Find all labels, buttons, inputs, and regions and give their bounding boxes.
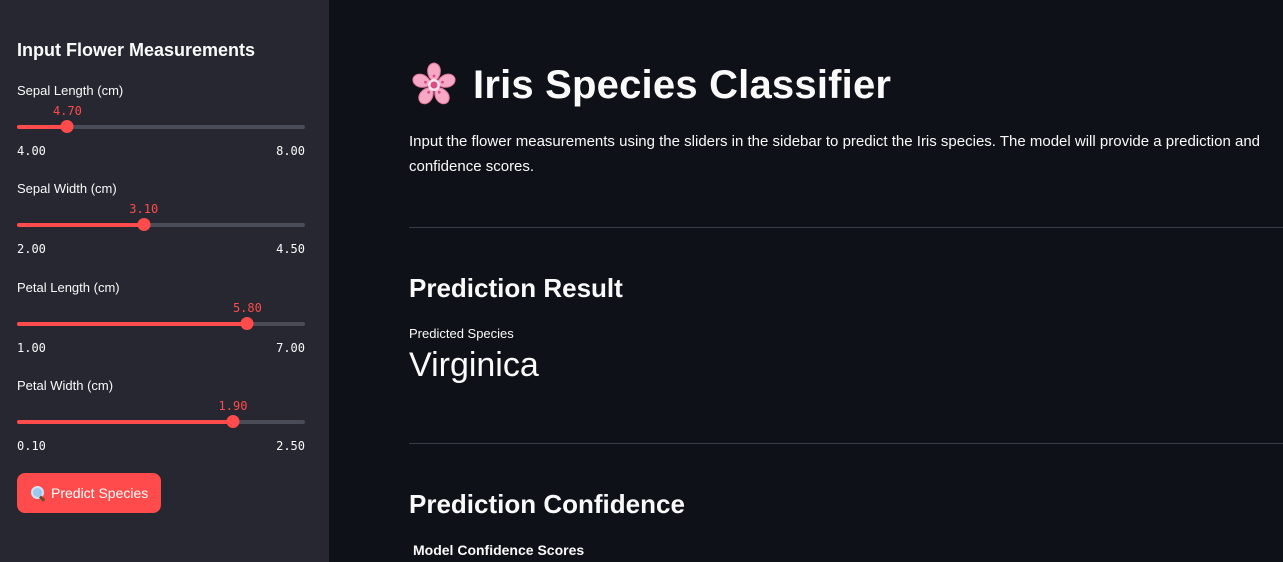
divider (409, 443, 1283, 444)
slider-fill (17, 223, 144, 227)
petal-width-slider[interactable]: Petal Width (cm) 1.90 0.10 2.50 (17, 378, 305, 458)
metric-label: Predicted Species (409, 326, 514, 341)
slider-min: 2.00 (17, 242, 46, 256)
slider-track[interactable] (17, 322, 305, 326)
slider-max: 8.00 (276, 144, 305, 158)
slider-min: 1.00 (17, 341, 46, 355)
slider-track[interactable] (17, 223, 305, 227)
confidence-chart-title: Model Confidence Scores (413, 542, 585, 558)
slider-min: 0.10 (17, 439, 46, 453)
slider-max: 2.50 (276, 439, 305, 453)
search-icon (30, 485, 46, 502)
slider-label: Petal Width (cm) (17, 378, 114, 393)
title-row: Iris Species Classifier (409, 60, 891, 110)
intro-text: Input the flower measurements using the … (409, 133, 1261, 175)
sepal-length-slider[interactable]: Sepal Length (cm) 4.70 4.00 8.00 (17, 83, 305, 163)
slider-thumb[interactable] (60, 120, 74, 133)
slider-value: 5.80 (232, 301, 262, 315)
slider-label: Sepal Width (cm) (17, 181, 117, 196)
slider-value: 4.70 (52, 104, 82, 118)
petal-length-slider[interactable]: Petal Length (cm) 5.80 1.00 7.00 (17, 280, 305, 360)
slider-thumb[interactable] (137, 218, 151, 231)
slider-label: Petal Length (cm) (17, 280, 120, 295)
slider-value: 1.90 (218, 399, 248, 413)
predict-button-label: Predict Species (51, 485, 149, 501)
sidebar-title: Input Flower Measurements (17, 40, 256, 60)
prediction-result-heading: Prediction Result (409, 273, 623, 303)
sidebar: Input Flower Measurements Sepal Length (… (0, 0, 329, 562)
slider-value: 3.10 (129, 202, 159, 216)
prediction-confidence-heading: Prediction Confidence (409, 489, 685, 519)
slider-max: 4.50 (276, 242, 305, 256)
slider-track[interactable] (17, 420, 305, 424)
app-root: Input Flower Measurements Sepal Length (… (0, 0, 1283, 562)
slider-thumb[interactable] (226, 415, 240, 428)
divider (409, 227, 1283, 228)
predicted-species-value: Virginica (409, 346, 539, 384)
slider-label: Sepal Length (cm) (17, 83, 124, 98)
predict-species-button[interactable]: Predict Species (17, 473, 162, 513)
sepal-width-slider[interactable]: Sepal Width (cm) 3.10 2.00 4.50 (17, 181, 305, 261)
page-title: Iris Species Classifier (473, 62, 892, 107)
main-content: Iris Species Classifier Input the flower… (329, 0, 1283, 562)
slider-min: 4.00 (17, 144, 46, 158)
slider-fill (17, 322, 248, 326)
slider-thumb[interactable] (240, 317, 254, 330)
slider-max: 7.00 (276, 341, 305, 355)
cherry-blossom-icon (412, 62, 456, 105)
slider-fill (17, 125, 68, 129)
slider-fill (17, 420, 233, 424)
